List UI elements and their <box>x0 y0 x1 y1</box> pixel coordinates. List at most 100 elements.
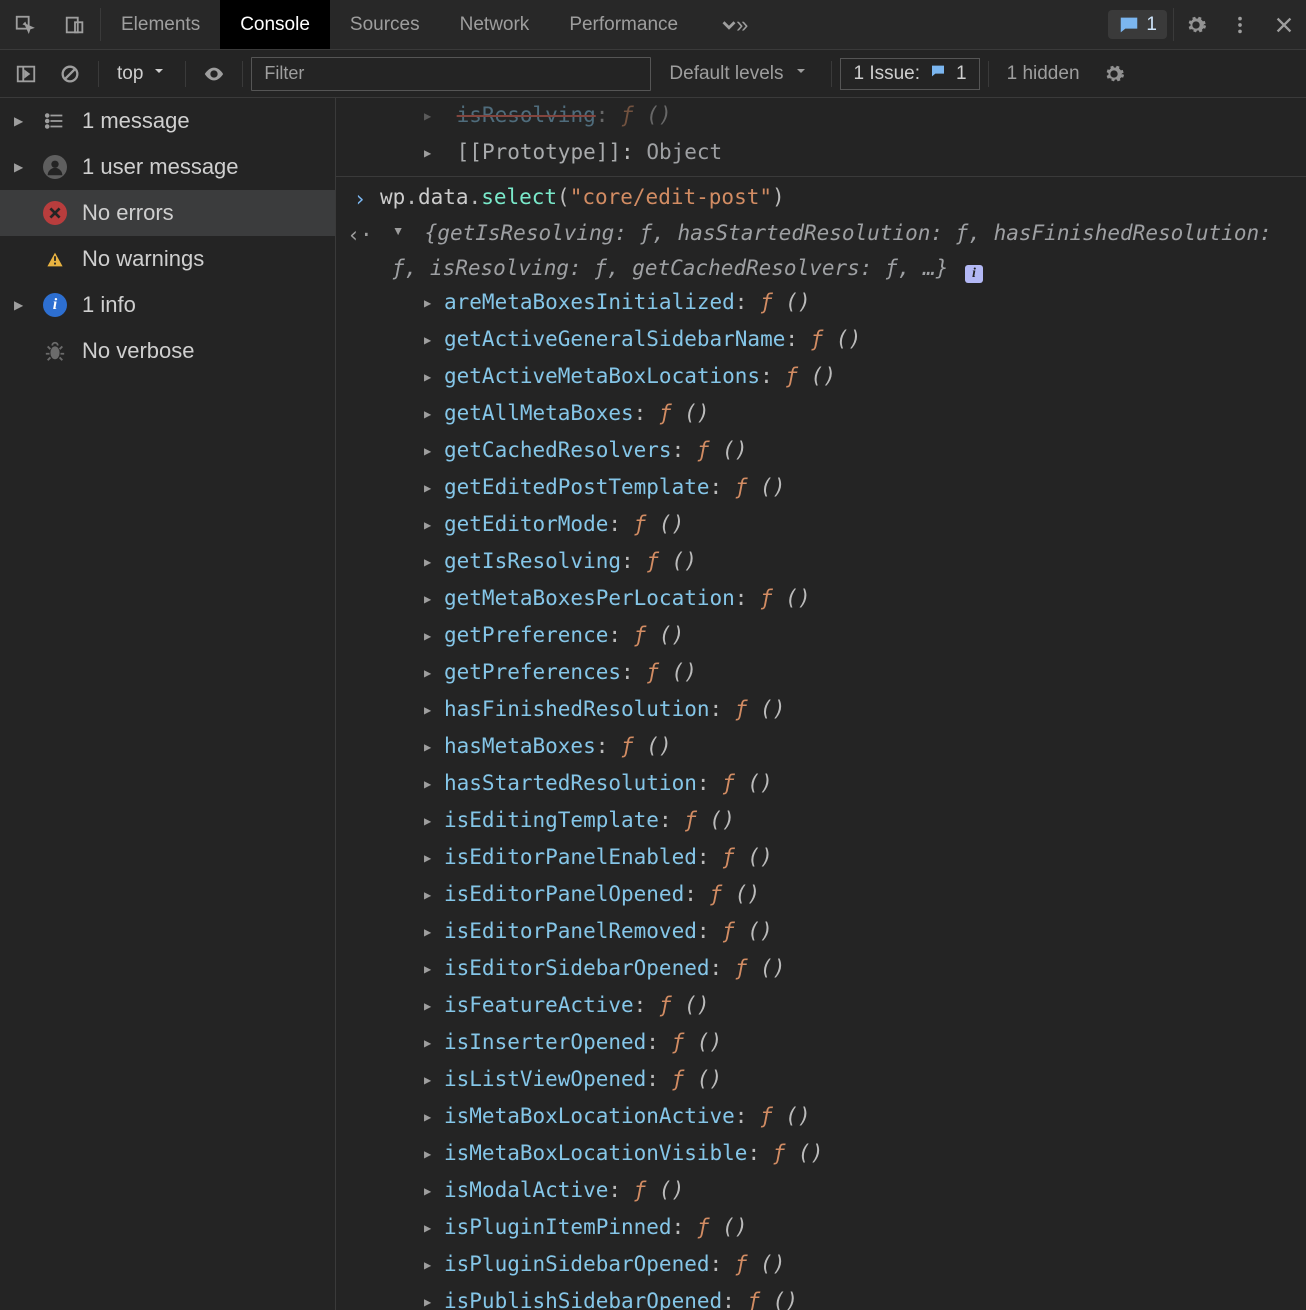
object-property-row[interactable]: ▶isPluginSidebarOpened: ƒ () <box>336 1247 1306 1284</box>
object-property-row[interactable]: ▶hasFinishedResolution: ƒ () <box>336 692 1306 729</box>
object-property-row[interactable]: ▶hasStartedResolution: ƒ () <box>336 766 1306 803</box>
object-property-row[interactable]: ▶isEditingTemplate: ƒ () <box>336 803 1306 840</box>
expand-triangle-icon[interactable]: ▶ <box>424 1101 438 1133</box>
context-selector[interactable]: top <box>107 63 177 85</box>
object-property-row[interactable]: ▶getMetaBoxesPerLocation: ƒ () <box>336 581 1306 618</box>
expand-triangle-icon[interactable]: ▶ <box>424 324 438 356</box>
info-badge-icon[interactable]: i <box>965 265 983 283</box>
expand-triangle-icon[interactable]: ▶ <box>424 879 438 911</box>
expand-triangle-icon[interactable]: ▶ <box>424 620 438 652</box>
clear-console-icon[interactable] <box>50 54 90 94</box>
expand-triangle-icon[interactable]: ▶ <box>424 1175 438 1207</box>
console-result-row[interactable]: ‹· ▶ {getIsResolving: ƒ, hasStartedResol… <box>336 216 1306 285</box>
close-devtools-icon[interactable] <box>1262 0 1306 49</box>
sidebar-item[interactable]: ▶No errors <box>0 190 335 236</box>
console-sidebar: ▶1 message▶1 user message▶No errors▶No w… <box>0 98 336 1310</box>
kebab-menu-icon[interactable] <box>1218 0 1262 49</box>
object-property-row[interactable]: ▶isListViewOpened: ƒ () <box>336 1062 1306 1099</box>
console-settings-gear-icon[interactable] <box>1094 54 1134 94</box>
object-property-row[interactable]: ▶isPublishSidebarOpened: ƒ () <box>336 1284 1306 1310</box>
messages-badge[interactable]: 1 <box>1108 10 1167 39</box>
object-property-row[interactable]: ▶getEditedPostTemplate: ƒ () <box>336 470 1306 507</box>
object-property-row[interactable]: ▶isModalActive: ƒ () <box>336 1173 1306 1210</box>
console-input-line[interactable]: › wp.data.select("core/edit-post") <box>336 176 1306 216</box>
object-property-row[interactable]: ▶isEditorPanelRemoved: ƒ () <box>336 914 1306 951</box>
expand-triangle-icon[interactable]: ▶ <box>424 509 438 541</box>
toggle-sidebar-icon[interactable] <box>6 54 46 94</box>
settings-gear-icon[interactable] <box>1174 0 1218 49</box>
tab-elements[interactable]: Elements <box>101 0 220 49</box>
expand-triangle-icon[interactable]: ▶ <box>383 228 415 242</box>
expand-triangle-icon[interactable]: ▶ <box>424 137 438 169</box>
object-property-row[interactable]: ▶isMetaBoxLocationVisible: ƒ () <box>336 1136 1306 1173</box>
tab-console[interactable]: Console <box>220 0 330 49</box>
expand-triangle-icon[interactable]: ▶ <box>14 160 26 174</box>
expand-triangle-icon[interactable]: ▶ <box>424 472 438 504</box>
expand-triangle-icon[interactable]: ▶ <box>424 398 438 430</box>
expand-triangle-icon[interactable]: ▶ <box>424 435 438 467</box>
log-levels-dropdown[interactable]: Default levels <box>655 63 823 85</box>
expand-triangle-icon[interactable]: ▶ <box>424 100 438 132</box>
sidebar-item[interactable]: ▶No verbose <box>0 328 335 374</box>
live-expression-eye-icon[interactable] <box>194 54 234 94</box>
object-property-row[interactable]: ▶areMetaBoxesInitialized: ƒ () <box>336 285 1306 322</box>
object-property-row[interactable]: ▶isPluginItemPinned: ƒ () <box>336 1210 1306 1247</box>
object-property-row[interactable]: ▶getIsResolving: ƒ () <box>336 544 1306 581</box>
sidebar-item[interactable]: ▶No warnings <box>0 236 335 282</box>
object-property-row[interactable]: ▶getPreference: ƒ () <box>336 618 1306 655</box>
expand-triangle-icon[interactable]: ▶ <box>424 287 438 319</box>
sidebar-item[interactable]: ▶i1 info <box>0 282 335 328</box>
f-glyph: ƒ <box>710 882 723 906</box>
object-property-row[interactable]: ▶isEditorPanelEnabled: ƒ () <box>336 840 1306 877</box>
expand-triangle-icon[interactable]: ▶ <box>424 1027 438 1059</box>
expand-triangle-icon[interactable]: ▶ <box>424 1286 438 1310</box>
object-property-row[interactable]: ▶getEditorMode: ƒ () <box>336 507 1306 544</box>
expand-triangle-icon[interactable]: ▶ <box>424 842 438 874</box>
expand-triangle-icon[interactable]: ▶ <box>424 1249 438 1281</box>
hidden-label: 1 hidden <box>1007 63 1080 85</box>
tab-network[interactable]: Network <box>440 0 550 49</box>
tab-sources[interactable]: Sources <box>330 0 440 49</box>
expand-triangle-icon[interactable]: ▶ <box>424 657 438 689</box>
expand-triangle-icon[interactable]: ▶ <box>424 990 438 1022</box>
paren: () <box>760 697 785 721</box>
expand-triangle-icon[interactable]: ▶ <box>14 298 26 312</box>
f-glyph: ƒ <box>735 697 748 721</box>
object-property-row[interactable]: ▶isEditorPanelOpened: ƒ () <box>336 877 1306 914</box>
sidebar-item[interactable]: ▶1 user message <box>0 144 335 190</box>
paren: () <box>659 623 684 647</box>
expand-triangle-icon[interactable]: ▶ <box>424 694 438 726</box>
sidebar-item[interactable]: ▶1 message <box>0 98 335 144</box>
object-property-row[interactable]: ▶hasMetaBoxes: ƒ () <box>336 729 1306 766</box>
inspect-element-icon[interactable] <box>0 0 50 49</box>
expand-triangle-icon[interactable]: ▶ <box>424 953 438 985</box>
object-property-row[interactable]: ▶getActiveGeneralSidebarName: ƒ () <box>336 322 1306 359</box>
object-property-row[interactable]: ▶getCachedResolvers: ƒ () <box>336 433 1306 470</box>
paren: () <box>798 1141 823 1165</box>
expand-triangle-icon[interactable]: ▶ <box>424 1138 438 1170</box>
object-property-row[interactable]: ▶getActiveMetaBoxLocations: ƒ () <box>336 359 1306 396</box>
expand-triangle-icon[interactable]: ▶ <box>424 768 438 800</box>
issues-box[interactable]: 1 Issue: 1 <box>840 58 979 90</box>
expand-triangle-icon[interactable]: ▶ <box>424 731 438 763</box>
expand-triangle-icon[interactable]: ▶ <box>424 1064 438 1096</box>
expand-triangle-icon[interactable]: ▶ <box>424 583 438 615</box>
expand-triangle-icon[interactable]: ▶ <box>424 1212 438 1244</box>
object-property-row[interactable]: ▶isEditorSidebarOpened: ƒ () <box>336 951 1306 988</box>
expand-triangle-icon[interactable]: ▶ <box>14 114 26 128</box>
expand-triangle-icon[interactable]: ▶ <box>424 361 438 393</box>
tabs-overflow-icon[interactable]: » <box>698 0 770 49</box>
expand-triangle-icon[interactable]: ▶ <box>424 805 438 837</box>
expand-triangle-icon[interactable]: ▶ <box>424 916 438 948</box>
object-property-row[interactable]: ▶getPreferences: ƒ () <box>336 655 1306 692</box>
object-property-row[interactable]: ▶isInserterOpened: ƒ () <box>336 1025 1306 1062</box>
object-property-row[interactable]: ▶getAllMetaBoxes: ƒ () <box>336 396 1306 433</box>
filter-input[interactable] <box>251 57 651 91</box>
hidden-count[interactable]: 1 hidden <box>997 63 1090 85</box>
tab-performance[interactable]: Performance <box>549 0 698 49</box>
device-toggle-icon[interactable] <box>50 0 100 49</box>
object-property-row[interactable]: ▶isFeatureActive: ƒ () <box>336 988 1306 1025</box>
object-property-row[interactable]: ▶isMetaBoxLocationActive: ƒ () <box>336 1099 1306 1136</box>
expand-triangle-icon[interactable]: ▶ <box>424 546 438 578</box>
proto-value: Object <box>646 140 722 164</box>
